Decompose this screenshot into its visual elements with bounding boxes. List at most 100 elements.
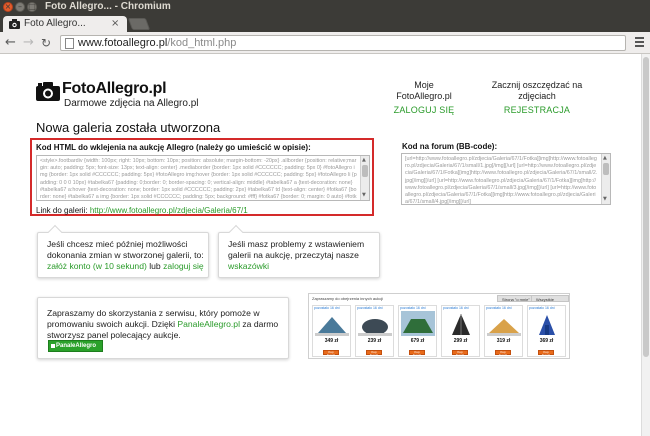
ad-item[interactable]: pozostało 16 dni 349 zł Kup Teraz! — [312, 305, 351, 357]
callout-arrow — [228, 224, 244, 240]
site-logo[interactable]: FotoAllegro.pl — [62, 80, 167, 98]
page-viewport: FotoAllegro.pl Darmowe zdjęcia na Allegr… — [0, 54, 650, 436]
ad-item-price: 369 zł — [539, 338, 554, 344]
ad-item-time: pozostało 16 dni — [357, 306, 383, 310]
tab-close-icon[interactable]: × — [111, 17, 119, 31]
login-link-callout[interactable]: zaloguj się — [163, 261, 204, 271]
help-callout: Jeśli masz problemy z wstawieniem galeri… — [218, 224, 380, 278]
window-titlebar: × – □ Foto Allegro... - Chromium — [0, 0, 650, 14]
back-arrow-icon[interactable]: ← — [5, 35, 16, 51]
auction-ad-panel: Zapraszamy do obejrzenia innych aukcji S… — [308, 293, 570, 359]
tent-image — [401, 311, 435, 336]
page-icon — [65, 38, 74, 49]
scroll-thumb[interactable] — [603, 163, 609, 175]
html-code-text: <style>.footbardiv {width: 100px; right:… — [40, 158, 357, 201]
buy-now-button[interactable]: Kup Teraz! — [538, 350, 554, 357]
ad-item[interactable]: pozostało 16 dni 369 zł Kup Teraz! — [527, 305, 566, 357]
ad-item-time: pozostało 16 dni — [486, 306, 512, 310]
buy-now-button[interactable]: Kup Teraz! — [452, 350, 468, 357]
callout-arrow — [47, 224, 63, 240]
tab-title: Foto Allegro... — [24, 18, 86, 29]
reload-icon[interactable]: ↻ — [41, 35, 51, 51]
window-maximize-button[interactable]: □ — [27, 2, 37, 12]
ad-item[interactable]: pozostało 16 dni 239 zł Kup Teraz! — [355, 305, 394, 357]
buy-now-button[interactable]: Kup Teraz! — [495, 350, 511, 357]
ad-tab-all[interactable]: Wszystkie aukcje — [531, 295, 569, 309]
address-url: www.fotoallegro.pl/kod_html.php — [78, 36, 236, 50]
tips-link[interactable]: wskazówki — [228, 261, 269, 271]
edit-gallery-text: Jeśli chcesz mieć później możliwości dok… — [47, 239, 204, 260]
tab-fotoallegro[interactable]: Foto Allegro... × — [3, 16, 127, 33]
my-account-label: Moje FotoAllegro.pl — [396, 80, 452, 101]
scroll-thumb[interactable] — [362, 165, 368, 177]
promo-callout: Zapraszamy do skorzystania z serwisu, kt… — [37, 297, 289, 359]
window-title: Foto Allegro... - Chromium — [45, 1, 171, 12]
bb-code-scrollbar[interactable]: ▲ ▼ — [601, 154, 610, 204]
gallery-link-label: Link do galerii: — [36, 206, 88, 215]
new-tab-button[interactable] — [127, 18, 151, 30]
gallery-link-row: Link do galerii: http://www.fotoallegro.… — [36, 206, 248, 215]
ad-item-time: pozostało 16 dni — [400, 306, 426, 310]
ad-item-price: 239 zł — [367, 338, 382, 344]
page-scrollbar[interactable] — [641, 54, 650, 436]
tent-image — [539, 315, 555, 335]
ad-item-time: pozostało 16 dni — [443, 306, 469, 310]
bb-code-text: [url=http://www.fotoallegro.pl/zdjecia/G… — [405, 156, 598, 205]
buy-now-button[interactable]: Kup Teraz! — [409, 350, 425, 357]
ad-tab-about[interactable]: Strona "o mnie" — [497, 295, 535, 302]
buy-now-button[interactable]: Kup Teraz! — [366, 350, 382, 357]
or-text: lub — [149, 261, 161, 271]
ad-item[interactable]: pozostało 16 dni 319 zł Kup Teraz! — [484, 305, 523, 357]
login-link[interactable]: ZALOGUJ SIĘ — [388, 105, 460, 116]
html-code-section: Kod HTML do wklejenia na aukcję Allegro … — [30, 138, 374, 216]
address-bar[interactable]: www.fotoallegro.pl/kod_html.php — [60, 35, 626, 51]
bb-code-label: Kod na forum (BB-code): — [402, 142, 498, 151]
create-account-link[interactable]: załóż konto (w 10 sekund) — [47, 261, 147, 271]
ad-item[interactable]: pozostało 16 dni 679 zł Kup Teraz! — [398, 305, 437, 357]
ad-panel-title: Zapraszamy do obejrzenia innych aukcji — [312, 296, 384, 301]
html-code-label: Kod HTML do wklejenia na aukcję Allegro … — [36, 143, 311, 152]
scroll-down-icon: ▼ — [362, 192, 366, 198]
scroll-up-icon: ▲ — [603, 155, 607, 161]
help-text: Jeśli masz problemy z wstawieniem galeri… — [228, 239, 365, 260]
panel-allegro-button[interactable]: PanaleAllegro — [48, 340, 103, 352]
tent-image — [487, 319, 521, 336]
url-host: www.fotoallegro.pl — [78, 37, 168, 49]
page-scroll-thumb[interactable] — [643, 57, 649, 357]
start-saving-label: Zacznij oszczędzać na zdjęciach — [491, 80, 583, 101]
panel-allegro-link[interactable]: PanaleAllegro.pl — [177, 319, 240, 329]
tent-image — [452, 314, 470, 335]
tent-image — [358, 319, 392, 336]
page-title: Nowa galeria została utworzona — [36, 120, 221, 135]
edit-gallery-callout: Jeśli chcesz mieć później możliwości dok… — [37, 224, 209, 278]
my-account-block: Moje FotoAllegro.pl ZALOGUJ SIĘ — [388, 80, 460, 116]
gallery-link[interactable]: http://www.fotoallegro.pl/zdjecia/Galeri… — [90, 206, 248, 215]
ad-item-time: pozostało 16 dni — [314, 306, 340, 310]
register-block: Zacznij oszczędzać na zdjęciach REJESTRA… — [478, 80, 596, 116]
register-link[interactable]: REJESTRACJA — [478, 105, 596, 116]
ad-item-price: 349 zł — [324, 338, 339, 344]
window-close-button[interactable]: × — [3, 2, 13, 12]
scroll-down-icon: ▼ — [603, 196, 607, 202]
site-tagline: Darmowe zdjęcia na Allegro.pl — [64, 98, 199, 109]
window-minimize-button[interactable]: – — [15, 2, 25, 12]
tent-image — [315, 317, 349, 336]
browser-toolbar: ← → ↻ www.fotoallegro.pl/kod_html.php — [0, 32, 650, 54]
hamburger-menu-icon[interactable] — [634, 35, 646, 49]
minimize-icon: – — [18, 2, 22, 11]
tab-strip: Foto Allegro... × — [0, 14, 650, 33]
ad-item-price: 299 zł — [453, 338, 468, 344]
scroll-up-icon: ▲ — [362, 157, 366, 163]
ad-item-time: pozostało 16 dni — [529, 306, 555, 310]
close-icon: × — [4, 2, 12, 11]
maximize-icon: □ — [28, 2, 36, 11]
ad-item[interactable]: pozostało 16 dni 299 zł Kup Teraz! — [441, 305, 480, 357]
fotoallegro-favicon-icon — [9, 19, 20, 29]
buy-now-button[interactable]: Kup Teraz! — [323, 350, 339, 357]
html-code-textarea[interactable]: <style>.footbardiv {width: 100px; right:… — [36, 155, 370, 201]
forward-arrow-icon[interactable]: → — [23, 35, 34, 51]
url-path: /kod_html.php — [167, 37, 237, 49]
bb-code-textarea[interactable]: [url=http://www.fotoallegro.pl/zdjecia/G… — [401, 153, 611, 205]
camera-logo-icon — [36, 82, 60, 101]
html-code-scrollbar[interactable]: ▲ ▼ — [360, 156, 369, 200]
